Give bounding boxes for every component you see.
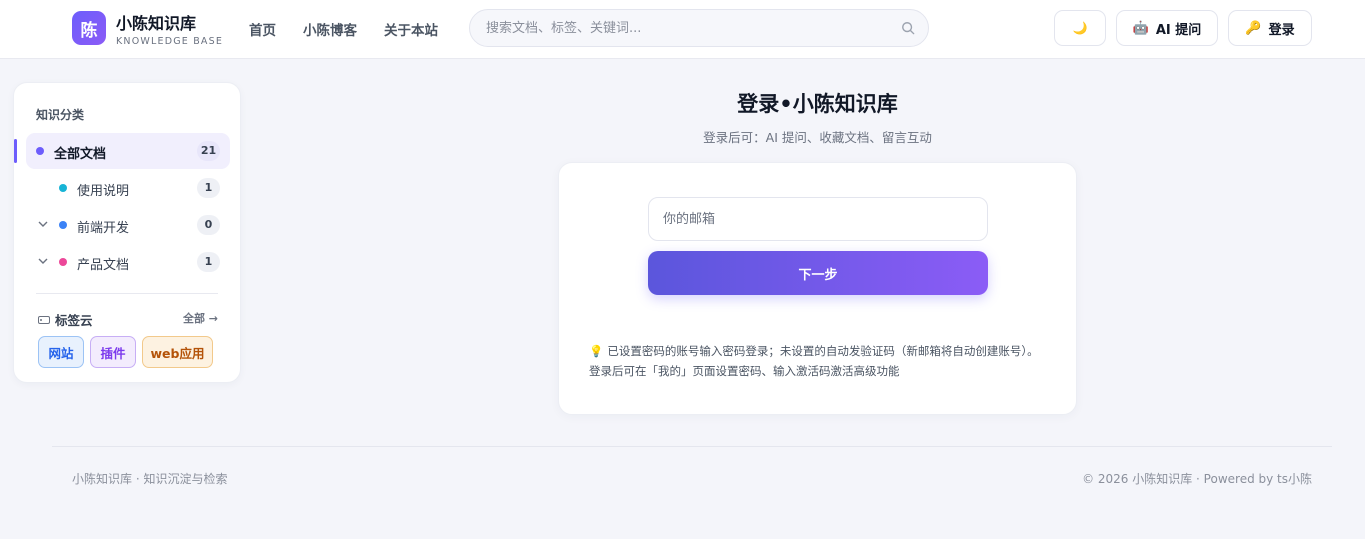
theme-toggle-button[interactable]: 🌙 (1054, 10, 1106, 46)
tag-chip-plugin[interactable]: 插件 (90, 336, 136, 368)
category-dot (36, 147, 44, 155)
category-label: 前端开发 (77, 221, 130, 236)
category-usage-guide[interactable]: 使用说明 1 (26, 170, 230, 206)
login-label: 登录 (1268, 22, 1295, 38)
moon-icon: 🌙 (1072, 21, 1088, 35)
page-subtitle: 登录后可：AI 提问、收藏文档、留言互动 (703, 130, 932, 145)
search-icon[interactable] (901, 21, 915, 35)
category-count: 21 (197, 141, 220, 161)
next-step-button[interactable]: 下一步 (648, 251, 988, 295)
ai-ask-button[interactable]: 🤖 AI 提问 (1116, 10, 1218, 46)
main-nav: 首页 小陈博客 关于本站 (249, 19, 465, 39)
footer-tagline: 小陈知识库 · 知识沉淀与检索 (72, 472, 228, 486)
tag-cloud-title: 标签云 (55, 313, 93, 328)
category-frontend[interactable]: 前端开发 0 (26, 207, 230, 243)
category-all-docs[interactable]: 全部文档 21 (14, 133, 230, 169)
footer-copyright: © 2026 小陈知识库 · Powered by ts小陈 (1082, 472, 1312, 486)
category-dot (59, 221, 67, 229)
tag-chip-website[interactable]: 网站 (38, 336, 84, 368)
logo-badge[interactable]: 陈 (72, 11, 106, 45)
hint-line-1: 已设置密码的账号输入密码登录；未设置的自动发验证码（新邮箱将自动创建账号）。 (607, 344, 1039, 358)
page-title: 登录•小陈知识库 (737, 92, 898, 116)
category-count: 1 (197, 178, 220, 198)
category-label: 全部文档 (54, 147, 107, 162)
tag-cloud-all-link[interactable]: 全部 → (183, 310, 218, 326)
hint-line-2: 登录后可在「我的」页面设置密码、输入激活码激活高级功能 (589, 364, 900, 378)
category-dot (59, 258, 67, 266)
active-indicator (14, 139, 17, 163)
login-hint: 💡 已设置密码的账号输入密码登录；未设置的自动发验证码（新邮箱将自动创建账号）。 … (589, 341, 1059, 381)
robot-icon: 🤖 (1132, 20, 1149, 36)
chevron-down-icon[interactable] (37, 255, 49, 267)
ai-ask-label: AI 提问 (1155, 22, 1202, 38)
category-count: 1 (197, 252, 220, 272)
brand-subtitle: KNOWLEDGE BASE (116, 36, 224, 47)
category-heading: 知识分类 (36, 108, 85, 122)
category-sidebar: 知识分类 全部文档 21 使用说明 1 前端开发 0 产品文档 1 标签云 全部 (13, 82, 241, 383)
sidebar-divider (36, 293, 218, 294)
brand-title[interactable]: 小陈知识库 (116, 10, 196, 34)
category-dot (59, 184, 67, 192)
category-product-docs[interactable]: 产品文档 1 (26, 244, 230, 280)
tag-icon (38, 315, 50, 324)
footer-divider (52, 446, 1332, 447)
tag-chip-webapp[interactable]: web应用 (142, 336, 213, 368)
email-field[interactable] (648, 197, 988, 241)
top-header: 陈 小陈知识库 KNOWLEDGE BASE 首页 小陈博客 关于本站 🌙 🤖 … (0, 0, 1365, 59)
lightbulb-icon: 💡 (589, 344, 604, 358)
nav-blog[interactable]: 小陈博客 (303, 19, 357, 39)
search-box (469, 9, 929, 47)
chevron-down-icon[interactable] (37, 218, 49, 230)
tag-cloud-heading: 标签云 (38, 310, 93, 329)
login-button[interactable]: 🔑 登录 (1228, 10, 1312, 46)
search-input[interactable] (486, 10, 886, 46)
nav-about[interactable]: 关于本站 (384, 19, 438, 39)
category-count: 0 (197, 215, 220, 235)
nav-home[interactable]: 首页 (249, 19, 276, 39)
category-label: 使用说明 (77, 184, 130, 199)
login-card: 下一步 💡已设置密码的账号输入密码登录；未设置的自动发验证码（新邮箱将自动创建账… (558, 162, 1077, 415)
key-icon: 🔑 (1245, 20, 1262, 36)
category-label: 产品文档 (77, 258, 130, 273)
